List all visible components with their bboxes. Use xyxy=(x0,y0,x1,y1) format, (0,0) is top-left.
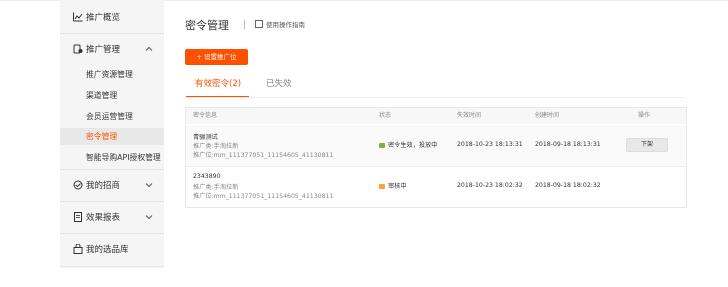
sidebar-subitem-resources[interactable]: 推广资源管理 xyxy=(60,66,164,83)
status-badge: 审核中 xyxy=(379,181,407,190)
promotion-slot: 推广位:mm_111377051_11154605_41130811 xyxy=(193,152,334,159)
table-row: 青骊测试 推广类:手淘拉新 推广位:mm_111377051_11154605_… xyxy=(186,125,686,167)
sidebar-item-recruit[interactable]: 我的招商 xyxy=(60,178,164,192)
sidebar-item-selection[interactable]: 我的选品库 xyxy=(60,242,164,256)
promotion-icon xyxy=(73,44,83,54)
table-row: 2343890 推广类:手淘拉新 推广位:mm_111377051_111546… xyxy=(186,167,686,207)
shopping-bag-icon xyxy=(73,244,83,254)
sidebar-subitem-label: 渠道管理 xyxy=(86,91,118,100)
sidebar-item-label: 推广概览 xyxy=(86,13,121,23)
active-tab-indicator xyxy=(186,96,249,97)
book-icon xyxy=(255,20,263,28)
divider xyxy=(60,266,164,267)
expire-time: 2018-10-23 18:02:32 xyxy=(457,182,523,189)
status-ok-icon xyxy=(379,143,385,148)
passwords-table: 密令信息 状态 失效时间 创建时间 操作 青骊测试 推广类:手淘拉新 推广位:m… xyxy=(185,107,687,208)
sidebar-item-promotion-mgmt[interactable]: 推广管理 xyxy=(60,42,164,56)
sidebar-item-label: 推广管理 xyxy=(86,45,121,55)
status-pending-icon xyxy=(379,184,385,189)
status-badge: 密令生效，投放中 xyxy=(379,140,438,149)
sidebar-subitem-channels[interactable]: 渠道管理 xyxy=(60,87,164,104)
chevron-down-icon[interactable] xyxy=(144,212,154,222)
column-header: 创建时间 xyxy=(535,112,560,119)
table-header: 密令信息 状态 失效时间 创建时间 操作 xyxy=(186,108,686,124)
guide-link-label: 使用操作指南 xyxy=(266,21,305,29)
tab-expired[interactable]: 已失效 xyxy=(266,77,292,89)
page-title: 密令管理 xyxy=(185,19,229,32)
sidebar-item-reports[interactable]: 效果报表 xyxy=(60,210,164,224)
guide-link[interactable]: 使用操作指南 xyxy=(255,19,305,29)
promotion-type: 推广类:手淘拉新 xyxy=(193,184,239,191)
chevron-up-icon[interactable] xyxy=(144,44,154,54)
sidebar-subitem-label: 密令管理 xyxy=(86,132,118,141)
column-header: 状态 xyxy=(379,112,392,119)
created-time: 2018-09-18 18:02:32 xyxy=(535,182,601,189)
chart-icon xyxy=(73,12,83,22)
sidebar-item-label: 我的选品库 xyxy=(86,245,129,255)
status-text: 密令生效，投放中 xyxy=(388,142,438,149)
column-header: 密令信息 xyxy=(193,112,218,119)
sidebar-subitem-label: 会员运营管理 xyxy=(86,112,133,121)
created-time: 2018-09-18 18:13:31 xyxy=(535,141,601,148)
divider xyxy=(60,33,164,34)
sidebar-item-overview[interactable]: 推广概览 xyxy=(60,10,164,24)
password-name: 青骊测试 xyxy=(193,134,218,141)
sidebar-subitem-label: 推广资源管理 xyxy=(86,70,133,79)
sidebar-item-label: 我的招商 xyxy=(86,181,121,191)
password-name: 2343890 xyxy=(193,173,221,180)
sidebar-subitem-api-auth[interactable]: 智能导购API授权管理 xyxy=(60,149,164,166)
take-down-button[interactable]: 下架 xyxy=(626,138,668,152)
sidebar-subitem-members[interactable]: 会员运营管理 xyxy=(60,108,164,125)
column-header: 失效时间 xyxy=(457,112,482,119)
divider xyxy=(60,201,164,202)
sidebar-item-label: 效果报表 xyxy=(86,213,121,223)
main-content: 密令管理 使用操作指南 + 设置推广位 有效密令(2) 已失效 密令信息 状态 … xyxy=(164,0,728,287)
sidebar: 推广概览 推广管理 推广资源管理 渠道管理 会员运营管理 密令管理 智能导购AP… xyxy=(60,0,164,268)
sidebar-subitem-label: 智能导购API授权管理 xyxy=(86,153,161,162)
handshake-icon xyxy=(73,180,83,190)
tab-active-passwords[interactable]: 有效密令(2) xyxy=(195,77,241,89)
tabs-baseline xyxy=(185,97,685,98)
divider xyxy=(60,233,164,234)
set-promotion-slot-button[interactable]: + 设置推广位 xyxy=(185,49,248,65)
divider xyxy=(60,169,164,170)
sidebar-subitem-passwords[interactable]: 密令管理 xyxy=(60,128,164,145)
chevron-down-icon[interactable] xyxy=(144,180,154,190)
status-text: 审核中 xyxy=(388,183,407,190)
promotion-slot: 推广位:mm_111377051_11154605_41130811 xyxy=(193,193,334,200)
title-separator xyxy=(244,20,245,29)
report-icon xyxy=(74,212,82,222)
promotion-type: 推广类:手淘拉新 xyxy=(193,143,239,150)
column-header: 操作 xyxy=(638,112,651,119)
expire-time: 2018-10-23 18:13:31 xyxy=(457,141,523,148)
